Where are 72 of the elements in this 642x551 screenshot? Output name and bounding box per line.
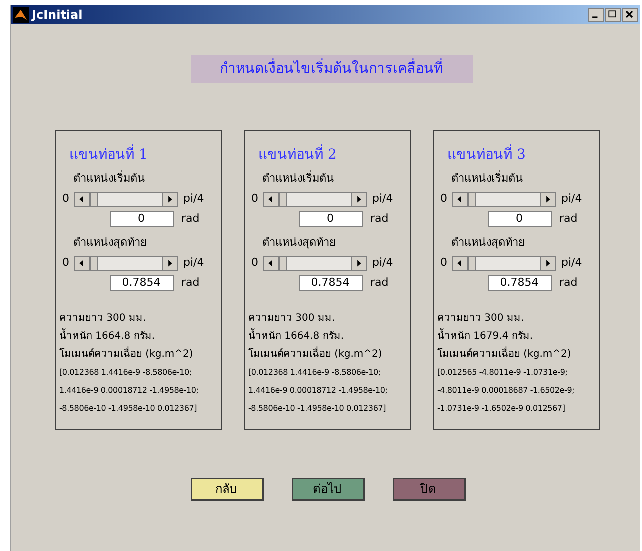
info-text: โมเมนต์ความเฉื่อย (kg.m^2)	[438, 347, 572, 362]
slider-min-label: 0	[250, 191, 258, 207]
slider-label: ตำแหน่งสุดท้าย	[262, 236, 336, 250]
slider-label: ตำแหน่งเริ่มต้น	[74, 172, 146, 186]
info-text: [0.012565 -4.8011e-9 -1.0731e-9;	[438, 367, 568, 379]
arrow-right-icon[interactable]	[350, 256, 366, 270]
slider-max-label: pi/4	[372, 255, 394, 271]
arrow-right-icon[interactable]	[162, 192, 176, 206]
slider-max-label: pi/4	[372, 191, 394, 207]
info-text: โมเมนต์ความเฉื่อย (kg.m^2)	[248, 347, 382, 362]
panel-title: แขนท่อนที่ 2	[258, 145, 406, 166]
panel-title: แขนท่อนที่ 1	[70, 145, 216, 166]
unit-label: rad	[182, 274, 200, 290]
info-text: ความยาว 300 มม.	[438, 312, 524, 326]
arrow-left-icon[interactable]	[264, 192, 278, 206]
unit-label: rad	[182, 210, 200, 226]
arrow-left-icon[interactable]	[452, 256, 468, 270]
unit-label: rad	[560, 274, 578, 290]
arrow-right-icon[interactable]	[350, 192, 366, 206]
arrow-right-icon[interactable]	[162, 256, 176, 270]
info-text: น้ำหนัก 1664.8 กรัม.	[60, 329, 156, 344]
slider-min-label: 0	[440, 191, 448, 207]
info-text: น้ำหนัก 1664.8 กรัม.	[248, 329, 344, 344]
info-text: -8.5806e-10 -1.4958e-10 0.012367]	[60, 403, 198, 415]
panel-title: แขนท่อนที่ 3	[448, 145, 594, 166]
close-icon[interactable]	[622, 8, 638, 22]
slider-max-label: pi/4	[184, 255, 204, 271]
unit-label: rad	[560, 210, 578, 226]
info-text: -1.0731e-9 -1.6502e-9 0.012567]	[438, 403, 566, 415]
slider-label: ตำแหน่งเริ่มต้น	[452, 172, 524, 186]
slider-min-label: 0	[250, 255, 258, 271]
value-field[interactable]: 0	[110, 210, 174, 227]
slider-min-label: 0	[62, 255, 70, 271]
info-text: -8.5806e-10 -1.4958e-10 0.012367]	[248, 403, 386, 415]
value-field[interactable]: 0.7854	[488, 274, 552, 291]
arrow-left-icon[interactable]	[74, 192, 90, 206]
info-text: ความยาว 300 มม.	[248, 312, 336, 326]
maximize-icon[interactable]	[605, 8, 621, 22]
slider-min-label: 0	[440, 255, 448, 271]
slider-max-label: pi/4	[562, 255, 582, 271]
slider-max-label: pi/4	[562, 191, 582, 207]
info-text: ความยาว 300 มม.	[60, 312, 146, 326]
arrow-left-icon[interactable]	[452, 192, 468, 206]
info-text: น้ำหนัก 1679.4 กรัม.	[438, 329, 534, 344]
unit-label: rad	[370, 274, 389, 290]
heading: กำหนดเงื่อนไขเริ่มต้นในการเคลื่อนที่	[190, 55, 472, 83]
action-button[interactable]: กลับ	[190, 478, 264, 501]
arrow-right-icon[interactable]	[540, 192, 554, 206]
value-field[interactable]: 0	[488, 210, 552, 227]
info-text: 1.4416e-9 0.00018712 -1.4958e-10;	[248, 385, 388, 397]
value-field[interactable]: 0.7854	[110, 274, 174, 291]
slider-max-label: pi/4	[184, 191, 204, 207]
info-text: โมเมนต์ความเฉื่อย (kg.m^2)	[60, 347, 194, 362]
slider-min-label: 0	[62, 191, 70, 207]
action-button[interactable]: ปิด	[392, 478, 466, 501]
window-title: JcInitial	[32, 6, 83, 24]
app-logo-icon	[13, 6, 29, 22]
action-button[interactable]: ต่อไป	[292, 478, 364, 501]
arrow-right-icon[interactable]	[540, 256, 554, 270]
minimize-icon[interactable]	[588, 8, 604, 22]
value-field[interactable]: 0.7854	[298, 274, 362, 291]
arrow-left-icon[interactable]	[264, 256, 278, 270]
info-text: [0.012368 1.4416e-9 -8.5806e-10;	[60, 367, 192, 379]
unit-label: rad	[370, 210, 389, 226]
info-text: 1.4416e-9 0.00018712 -1.4958e-10;	[60, 385, 199, 397]
value-field[interactable]: 0	[298, 210, 362, 227]
slider-label: ตำแหน่งสุดท้าย	[74, 236, 148, 250]
arrow-left-icon[interactable]	[74, 256, 90, 270]
slider-label: ตำแหน่งเริ่มต้น	[262, 172, 336, 186]
info-text: [0.012368 1.4416e-9 -8.5806e-10;	[248, 367, 381, 379]
info-text: -4.8011e-9 0.00018687 -1.6502e-9;	[438, 385, 575, 397]
slider-label: ตำแหน่งสุดท้าย	[452, 236, 526, 250]
